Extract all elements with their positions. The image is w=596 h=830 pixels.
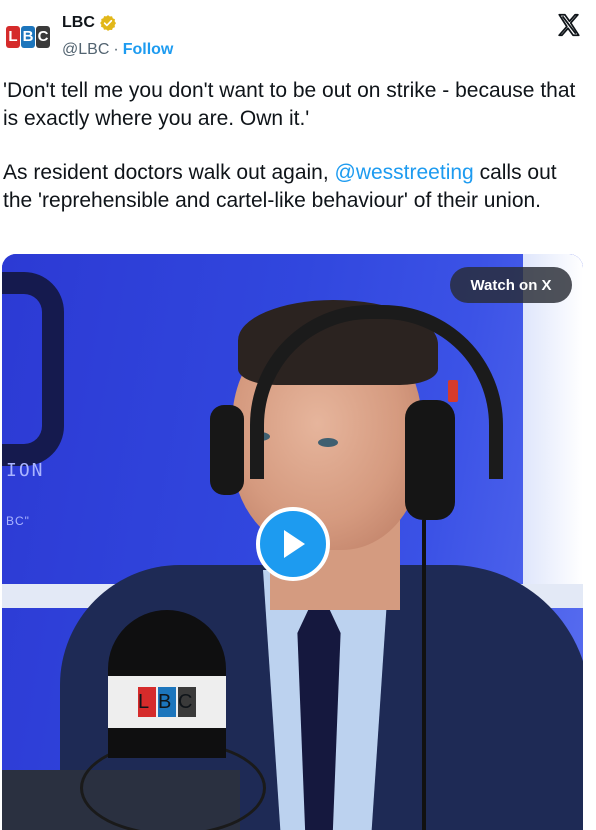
separator-dot: · [113, 41, 119, 58]
tweet-header: L B C LBC @LBC · Follow [0, 0, 596, 80]
verified-badge-icon [100, 15, 116, 31]
mention-link[interactable]: @wesstreeting [335, 161, 474, 184]
avatar-letter: C [36, 26, 50, 48]
author-handle[interactable]: @LBC [62, 41, 109, 59]
play-icon [284, 530, 305, 558]
follow-button[interactable]: Follow [123, 41, 174, 59]
avatar-letter: L [6, 26, 20, 48]
avatar[interactable]: L B C [6, 26, 52, 50]
author-name-row: LBC [62, 14, 117, 32]
tweet-body-start: As resident doctors walk out again, [3, 161, 335, 184]
author-handle-row: @LBC · Follow [62, 41, 173, 59]
tweet-quote: 'Don't tell me you don't want to be out … [3, 79, 576, 130]
play-button[interactable] [256, 507, 330, 581]
video-controls-layer: Watch on X [2, 254, 583, 830]
tweet-text: 'Don't tell me you don't want to be out … [3, 77, 588, 214]
avatar-letter: B [21, 26, 35, 48]
watch-on-x-button[interactable]: Watch on X [450, 267, 572, 303]
author-name[interactable]: LBC [62, 14, 95, 32]
tweet-body: As resident doctors walk out again, @wes… [3, 159, 588, 214]
x-logo-icon[interactable] [556, 12, 582, 38]
